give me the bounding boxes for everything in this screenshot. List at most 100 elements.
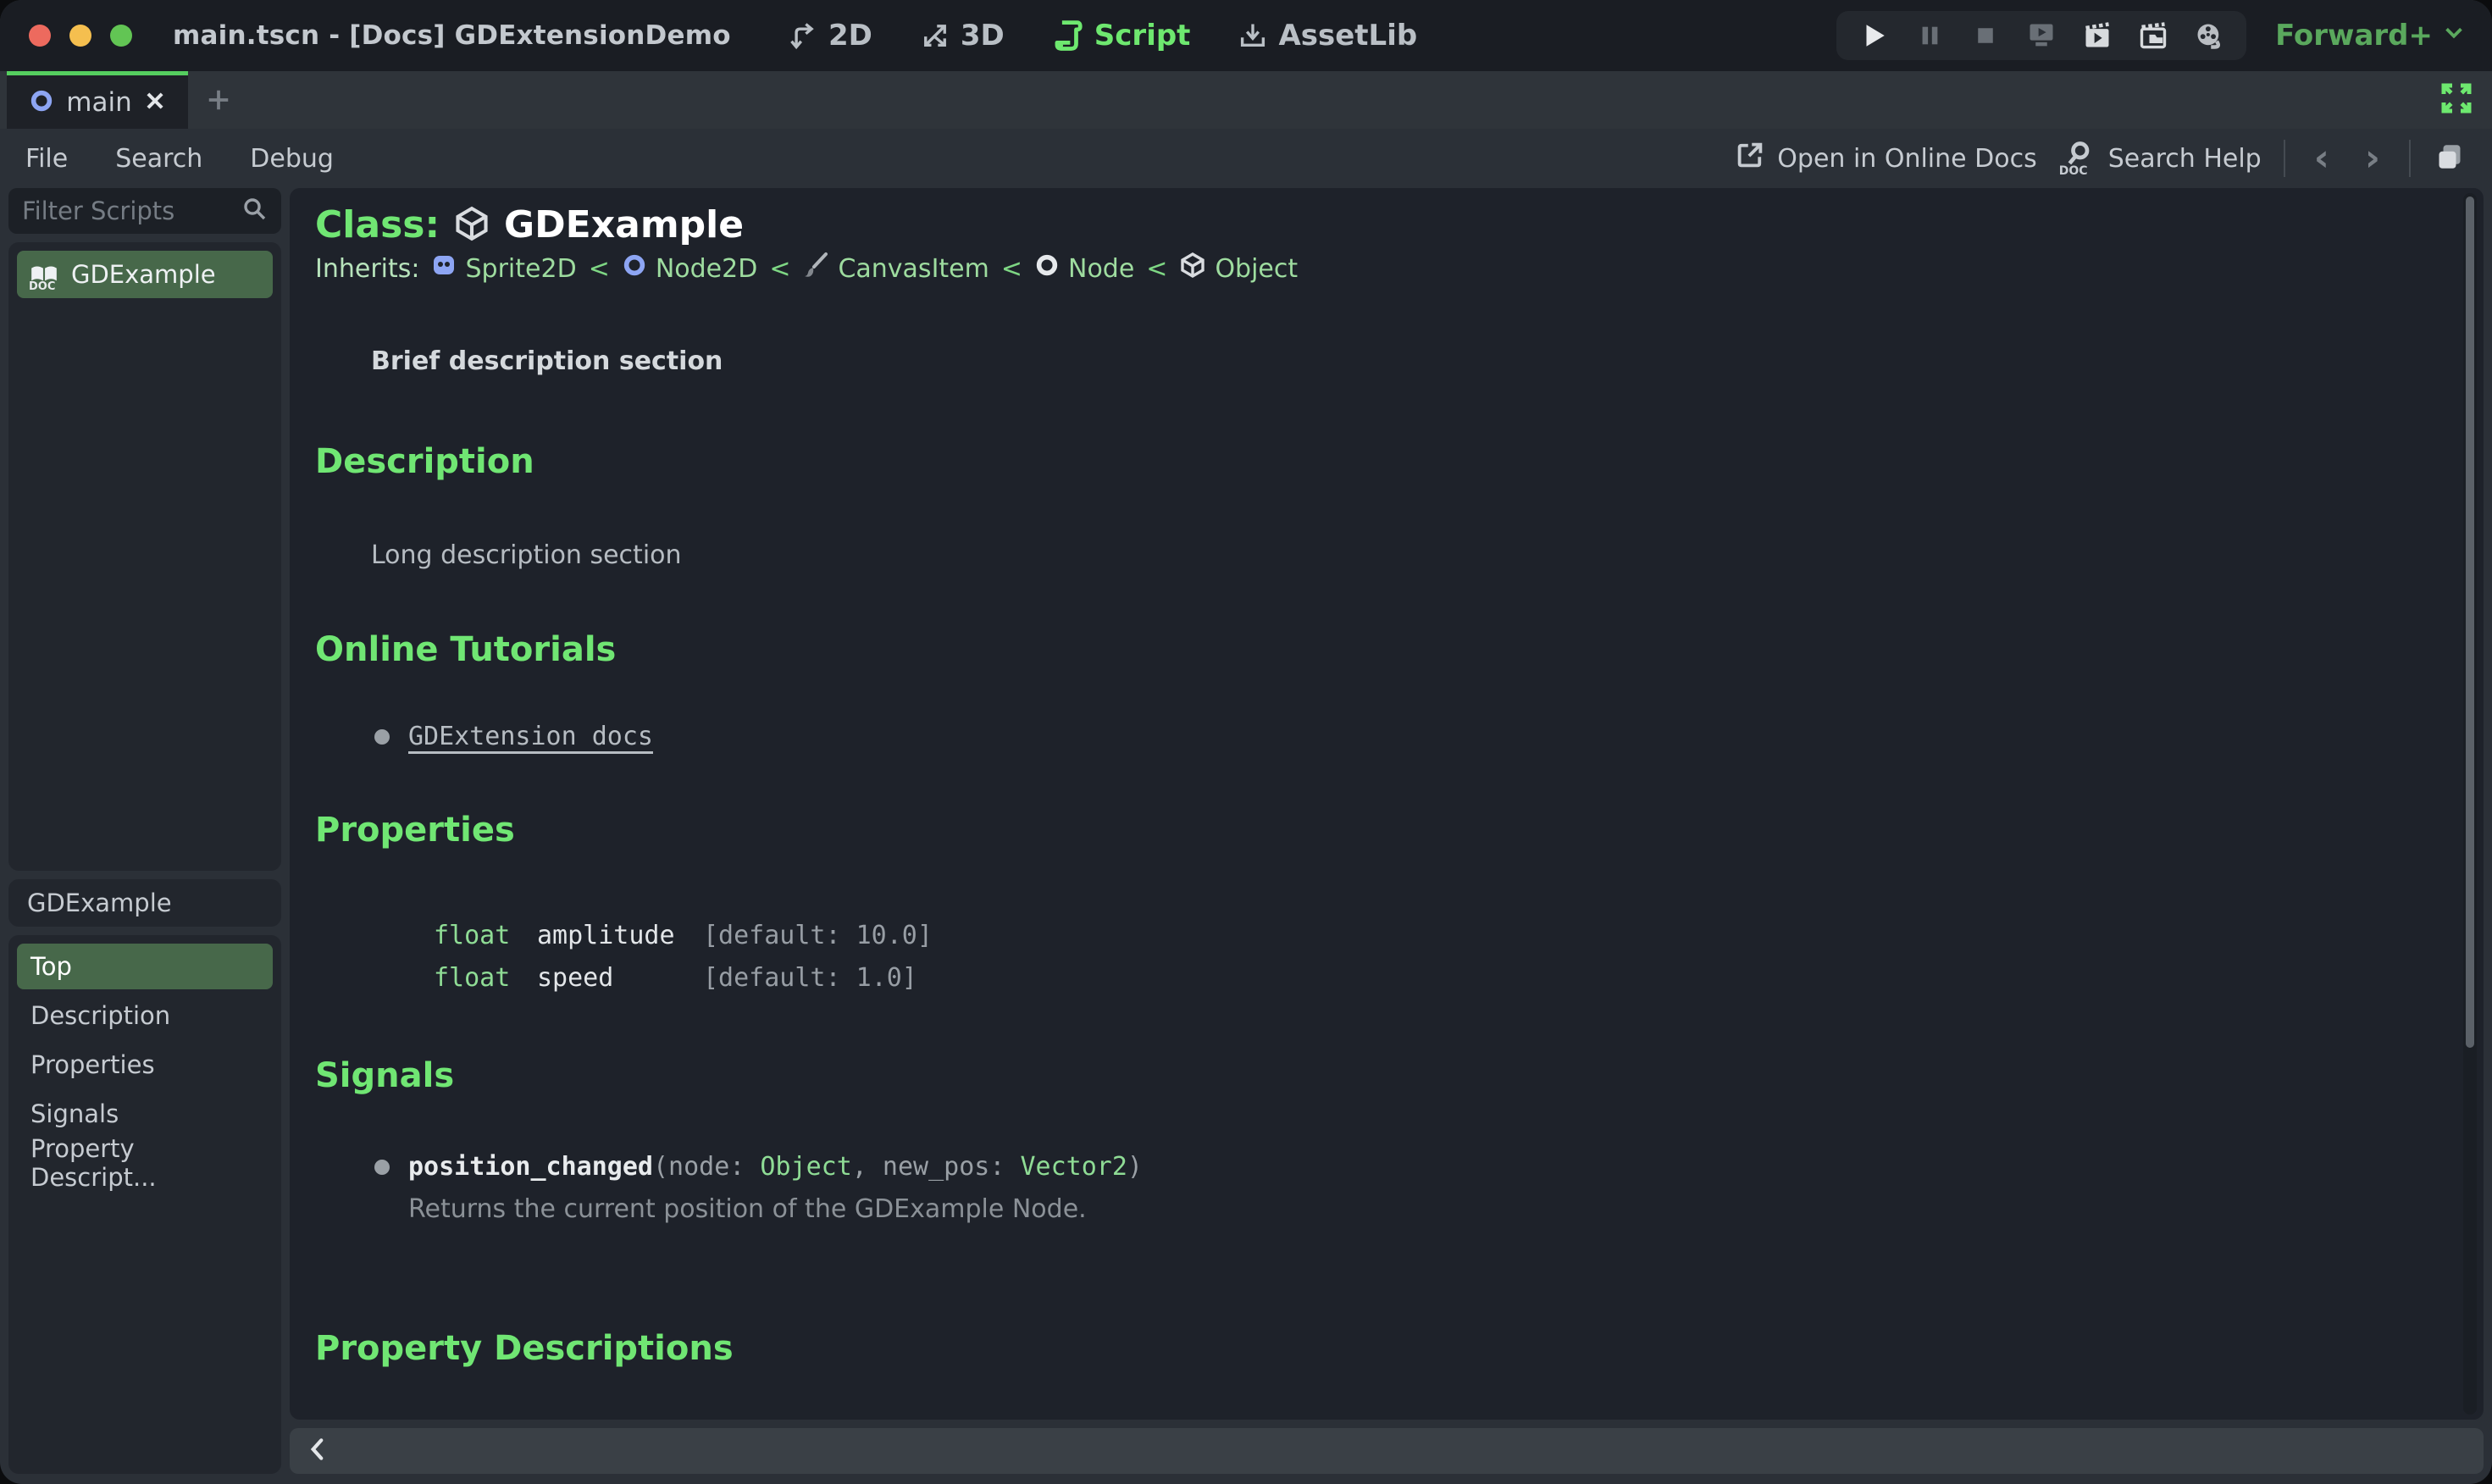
- new-scene-tab-button[interactable]: [188, 71, 249, 129]
- doc-scrollbar[interactable]: [2463, 193, 2477, 1415]
- paintbrush-icon: [802, 252, 829, 285]
- filter-scripts-input[interactable]: [22, 197, 241, 225]
- window-controls: [29, 25, 132, 47]
- signals-heading: Signals: [315, 1056, 455, 1095]
- script-scroll-icon: [1052, 19, 1084, 52]
- node2d-icon: [29, 88, 54, 117]
- online-tutorials-heading: Online Tutorials: [315, 630, 617, 669]
- history-back-button[interactable]: ‹: [2307, 140, 2336, 177]
- search-help-icon: DOC: [2059, 139, 2096, 178]
- menu-debug[interactable]: Debug: [250, 144, 334, 174]
- expand-editor-button[interactable]: [2439, 71, 2473, 129]
- godot-editor-window: main.tscn - [Docs] GDExtensionDemo 2D 3D: [0, 0, 2492, 1484]
- tutorial-link[interactable]: GDExtension docs: [408, 722, 653, 751]
- menu-file[interactable]: File: [25, 144, 68, 174]
- collapse-sidebar-button[interactable]: [305, 1435, 330, 1467]
- play-scene-button[interactable]: [2082, 20, 2113, 51]
- run-toolbar: Forward+: [1836, 11, 2467, 60]
- 3d-icon: [920, 20, 950, 51]
- renderer-selector[interactable]: Forward+: [2275, 19, 2467, 53]
- long-description: Long description section: [371, 540, 682, 570]
- chevron-down-icon: [2441, 19, 2467, 53]
- members-list: Top Description Properties Signals Prope…: [8, 935, 281, 1474]
- properties-table: float amplitude [default: 10.0] float sp…: [434, 919, 2416, 995]
- script-item-gdexample[interactable]: DOC GDExample: [17, 251, 273, 298]
- script-workspace: DOC GDExample GDExample Top Description …: [0, 188, 2492, 1484]
- inherits-separator: <: [588, 253, 610, 284]
- class-title-row: Class: GDExample: [315, 203, 2416, 246]
- members-header-label: GDExample: [27, 889, 172, 917]
- open-online-docs-button[interactable]: Open in Online Docs: [1735, 140, 2037, 177]
- close-tab-icon[interactable]: [144, 90, 166, 115]
- menu-separator: [2409, 140, 2411, 177]
- panel-toggle-button[interactable]: [2433, 140, 2467, 177]
- properties-heading: Properties: [315, 811, 515, 850]
- workspace-2d-label: 2D: [828, 19, 872, 53]
- menu-separator: [2283, 140, 2285, 177]
- history-forward-button[interactable]: ›: [2358, 140, 2387, 177]
- stop-button[interactable]: [1970, 20, 2001, 51]
- inherits-separator: <: [1000, 253, 1022, 284]
- pause-button[interactable]: [1914, 20, 1945, 51]
- menu-search[interactable]: Search: [115, 144, 202, 174]
- member-item-property-descriptions[interactable]: Property Descript...: [17, 1134, 273, 1192]
- sprite2d-icon: [430, 252, 457, 285]
- chain-sprite2d[interactable]: Sprite2D: [430, 252, 577, 285]
- inherits-label: Inherits:: [315, 253, 420, 284]
- property-default: [default: 10.0]: [703, 921, 933, 950]
- signal-arg-type[interactable]: Object: [760, 1152, 851, 1182]
- workspace-script-button[interactable]: Script: [1052, 19, 1190, 53]
- doc-bottom-bar: [290, 1428, 2484, 1474]
- signal-name[interactable]: position_changed: [408, 1152, 653, 1182]
- brief-description: Brief description section: [371, 346, 723, 376]
- doc-main-column: Class: GDExample Inherits: Sprite2D < No…: [290, 188, 2484, 1474]
- node2d-icon: [622, 252, 647, 285]
- chain-object[interactable]: Object: [1179, 252, 1298, 285]
- menu-right-group: Open in Online Docs DOC Search Help ‹ ›: [1735, 139, 2467, 178]
- member-item-description[interactable]: Description: [17, 993, 273, 1038]
- scene-tab-main[interactable]: main: [7, 71, 188, 129]
- description-heading: Description: [315, 442, 534, 481]
- close-window-button[interactable]: [29, 25, 51, 47]
- property-name[interactable]: amplitude: [537, 919, 703, 953]
- scene-tab-label: main: [66, 86, 132, 118]
- play-remote-button[interactable]: [2026, 20, 2057, 51]
- property-name[interactable]: speed: [537, 961, 703, 995]
- class-label: Class:: [315, 203, 440, 246]
- play-button[interactable]: [1858, 20, 1889, 51]
- signal-arg-type[interactable]: Vector2: [1020, 1152, 1127, 1182]
- search-icon: [241, 196, 268, 226]
- chain-node2d[interactable]: Node2D: [622, 252, 757, 285]
- play-custom-scene-button[interactable]: [2138, 20, 2168, 51]
- zoom-window-button[interactable]: [110, 25, 132, 47]
- members-header: GDExample: [8, 879, 281, 927]
- open-online-docs-label: Open in Online Docs: [1777, 143, 2037, 174]
- inherits-separator: <: [1146, 253, 1168, 284]
- member-item-properties[interactable]: Properties: [17, 1042, 273, 1088]
- script-item-label: GDExample: [71, 260, 216, 289]
- minimize-window-button[interactable]: [69, 25, 91, 47]
- member-item-top[interactable]: Top: [17, 944, 273, 989]
- property-type[interactable]: float: [434, 961, 537, 995]
- filter-scripts-box: [8, 188, 281, 234]
- renderer-label: Forward+: [2275, 19, 2433, 53]
- workspace-3d-label: 3D: [960, 19, 1005, 53]
- chain-node[interactable]: Node: [1034, 252, 1134, 285]
- node-icon: [1034, 252, 1060, 285]
- property-descriptions-heading: Property Descriptions: [315, 1329, 734, 1368]
- doc-scrollbar-thumb[interactable]: [2466, 197, 2474, 1048]
- property-type[interactable]: float: [434, 919, 537, 953]
- signal-signature: position_changed(node: Object, new_pos: …: [408, 1152, 1143, 1182]
- chain-canvasitem[interactable]: CanvasItem: [802, 252, 989, 285]
- bullet-icon: [374, 1159, 390, 1175]
- workspace-3d-button[interactable]: 3D: [920, 19, 1005, 53]
- movie-maker-button[interactable]: [2194, 20, 2224, 51]
- signal-description: Returns the current position of the GDEx…: [408, 1194, 1087, 1224]
- workspace-assetlib-label: AssetLib: [1278, 19, 1418, 53]
- window-title: main.tscn - [Docs] GDExtensionDemo: [173, 20, 731, 51]
- workspace-assetlib-button[interactable]: AssetLib: [1238, 19, 1417, 53]
- workspace-2d-button[interactable]: 2D: [788, 19, 872, 53]
- member-item-signals[interactable]: Signals: [17, 1091, 273, 1137]
- search-help-button[interactable]: DOC Search Help: [2059, 139, 2262, 178]
- tutorial-item: GDExtension docs: [374, 722, 2416, 751]
